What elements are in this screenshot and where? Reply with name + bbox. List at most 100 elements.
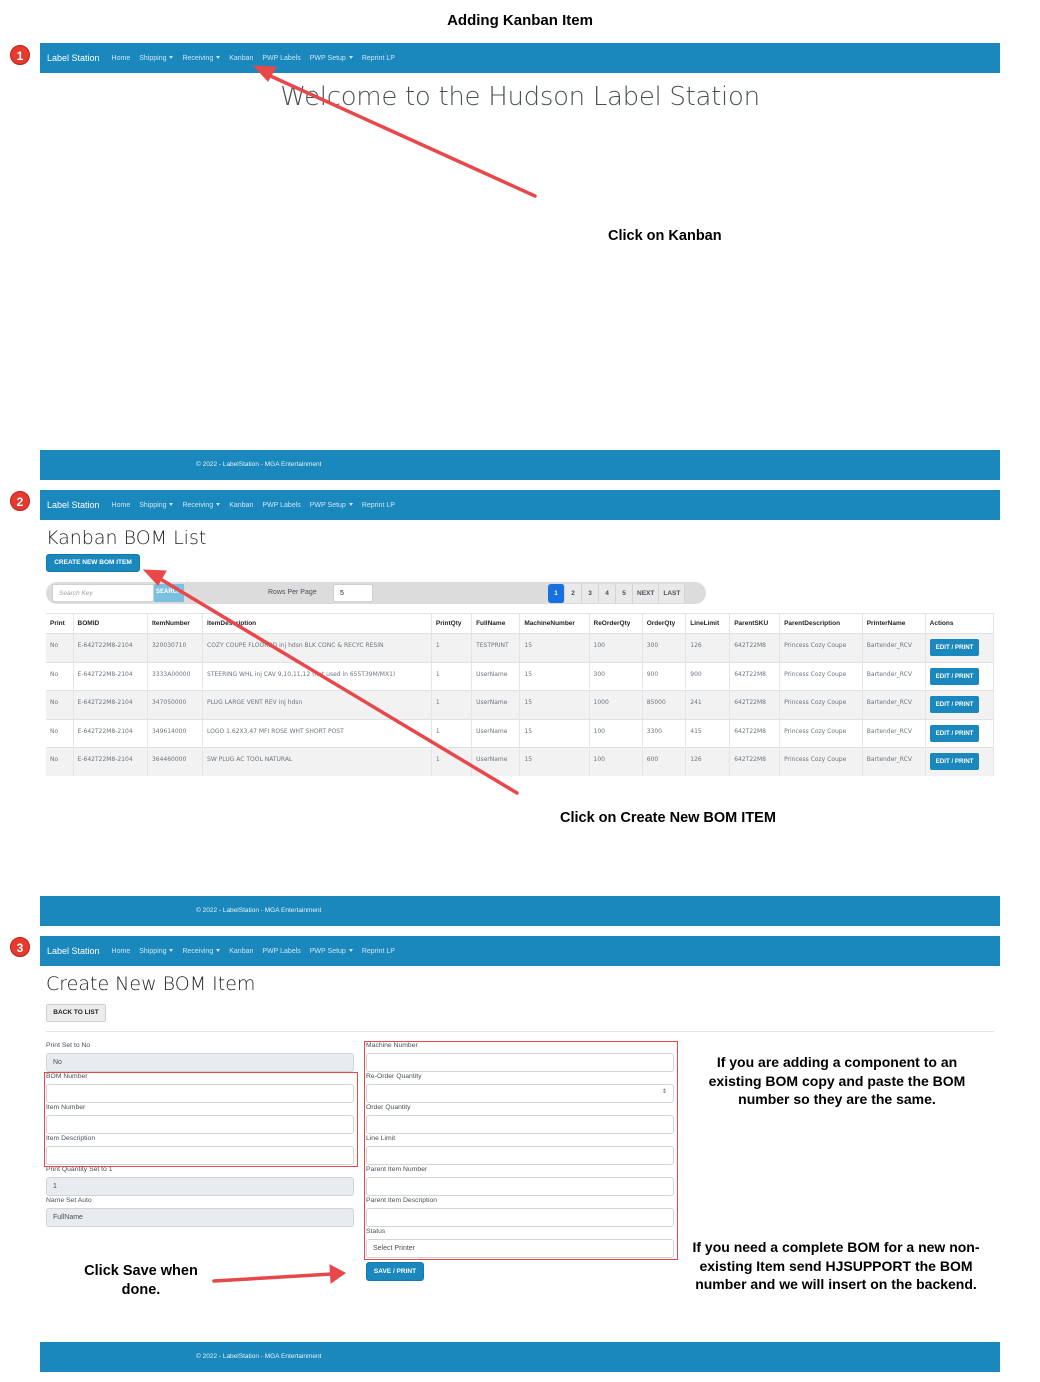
nav-kanban[interactable]: Kanban bbox=[229, 948, 253, 955]
table-cell: STEERING WHL inj CAV 9,10,11,12 (not use… bbox=[202, 661, 432, 691]
divider bbox=[46, 1031, 994, 1032]
table-cell: 1000 bbox=[589, 690, 643, 719]
table-cell: UserName bbox=[471, 690, 521, 719]
table-cell: 1 bbox=[431, 747, 473, 776]
callout-click-save: Click Save when done. bbox=[84, 1263, 198, 1298]
page-3-button[interactable]: 3 bbox=[582, 584, 599, 603]
table-cell: E-642T22M8-2104 bbox=[73, 747, 148, 776]
table-cell: 126 bbox=[685, 747, 731, 776]
rows-per-page-input[interactable]: 5 bbox=[333, 584, 373, 602]
chevron-down-icon bbox=[169, 503, 174, 507]
nav-brand[interactable]: Label Station bbox=[47, 53, 100, 63]
print-field: No bbox=[46, 1053, 354, 1072]
table-row: No E-642T22M8-2104 349614000 LOGO 1.62X3.47… bbox=[46, 718, 995, 748]
table-cell: 347050000 bbox=[147, 690, 204, 719]
col-fullname: FullName bbox=[471, 613, 521, 634]
page-4-button[interactable]: 4 bbox=[599, 584, 616, 603]
nav-pwp-setup-label: PWP Setup bbox=[309, 54, 346, 62]
chevron-down-icon bbox=[348, 56, 353, 60]
col-printqty: PrintQty bbox=[431, 613, 473, 634]
name-field: FullName bbox=[46, 1208, 354, 1227]
table-row: No E-642T22M8-2104 347050000 PLUG LARGE VEN… bbox=[46, 690, 995, 719]
col-orderqty: OrderQty bbox=[642, 613, 687, 634]
table-cell: LOGO 1.62X3.47 MFI ROSE WHT SHORT POST bbox=[202, 718, 432, 748]
table-cell: 900 bbox=[642, 661, 687, 691]
nav-home[interactable]: Home bbox=[112, 502, 131, 509]
callout-existing-bom: If you are adding a component to an exis… bbox=[708, 1054, 966, 1107]
step-1-badge: 1 bbox=[10, 45, 30, 65]
nav-reprint-lp[interactable]: Reprint LP bbox=[362, 502, 395, 509]
table-cell: 642T22M8 bbox=[729, 690, 781, 719]
highlight-box-left bbox=[44, 1072, 358, 1167]
callout-click-kanban: Click on Kanban bbox=[608, 228, 722, 244]
last-page-button[interactable]: LAST bbox=[659, 584, 686, 603]
nav-shipping-label: Shipping bbox=[139, 501, 167, 509]
nav-pwp-labels[interactable]: PWP Labels bbox=[262, 948, 300, 955]
nav-kanban[interactable]: Kanban bbox=[229, 502, 253, 509]
table-cell: Princess Cozy Coupe bbox=[779, 690, 863, 719]
edit-print-button[interactable]: EDIT / PRINT bbox=[929, 724, 980, 742]
table-cell: PLUG LARGE VENT REV inj hdsn bbox=[202, 690, 432, 719]
table-cell: 415 bbox=[685, 718, 731, 748]
col-parentdescription: ParentDescription bbox=[779, 613, 863, 634]
nav-kanban[interactable]: Kanban bbox=[229, 55, 253, 62]
page-title-create-bom: Create New BOM Item bbox=[46, 973, 256, 995]
nav-home[interactable]: Home bbox=[112, 55, 131, 62]
create-new-bom-item-button[interactable]: CREATE NEW BOM ITEM bbox=[46, 554, 140, 572]
page-2-button[interactable]: 2 bbox=[565, 584, 582, 603]
save-print-button[interactable]: SAVE / PRINT bbox=[366, 1262, 424, 1281]
nav-receiving[interactable]: Receiving bbox=[182, 948, 221, 955]
nav-reprint-lp[interactable]: Reprint LP bbox=[362, 55, 395, 62]
next-page-button[interactable]: NEXT bbox=[633, 584, 660, 603]
edit-print-button[interactable]: EDIT / PRINT bbox=[929, 667, 980, 685]
nav-shipping[interactable]: Shipping bbox=[139, 54, 174, 62]
navbar-step-3: Label Station Home Shipping Receiving Ka… bbox=[40, 936, 1000, 966]
nav-brand[interactable]: Label Station bbox=[47, 500, 100, 510]
nav-reprint-lp[interactable]: Reprint LP bbox=[362, 948, 395, 955]
nav-shipping-label: Shipping bbox=[139, 54, 167, 62]
edit-print-button[interactable]: EDIT / PRINT bbox=[929, 639, 980, 656]
search-input[interactable]: Search Key bbox=[52, 584, 154, 602]
table-cell: 3300 bbox=[642, 718, 687, 748]
actions-cell: EDIT / PRINT bbox=[925, 690, 995, 719]
print-qty-label: Print Quantity Set to 1 bbox=[46, 1166, 113, 1173]
table-cell: Princess Cozy Coupe bbox=[779, 747, 863, 776]
nav-pwp-labels[interactable]: PWP Labels bbox=[262, 55, 300, 62]
callout-new-bom: If you need a complete BOM for a new non… bbox=[692, 1239, 980, 1292]
footer-step-3: © 2022 - LabelStation - MGA Entertainmen… bbox=[40, 1342, 1000, 1372]
nav-home[interactable]: Home bbox=[112, 948, 131, 955]
nav-receiving[interactable]: Receiving bbox=[182, 55, 221, 62]
nav-pwp-setup[interactable]: PWP Setup bbox=[310, 55, 353, 62]
nav-shipping[interactable]: Shipping bbox=[139, 947, 174, 955]
edit-print-button[interactable]: EDIT / PRINT bbox=[929, 753, 980, 770]
table-cell: 85000 bbox=[642, 690, 687, 719]
table-cell: 15 bbox=[519, 690, 590, 719]
nav-pwp-setup[interactable]: PWP Setup bbox=[310, 502, 353, 509]
edit-print-button[interactable]: EDIT / PRINT bbox=[929, 696, 980, 713]
actions-cell: EDIT / PRINT bbox=[925, 661, 995, 691]
back-to-list-button[interactable]: BACK TO LIST bbox=[46, 1004, 106, 1022]
nav-pwp-labels[interactable]: PWP Labels bbox=[262, 502, 300, 509]
page-1-button[interactable]: 1 bbox=[548, 584, 565, 603]
search-button[interactable]: SEARCH bbox=[154, 584, 184, 602]
table-cell: No bbox=[46, 718, 74, 748]
table-cell: 300 bbox=[642, 633, 687, 662]
table-cell: 642T22M8 bbox=[729, 633, 781, 662]
table-header-row: Print BOMID ItemNumber ItemDescription P… bbox=[46, 613, 995, 634]
col-actions: Actions bbox=[925, 613, 995, 634]
col-itemnumber: ItemNumber bbox=[147, 613, 204, 634]
table-cell: No bbox=[46, 633, 74, 662]
col-printername: PrinterName bbox=[862, 613, 926, 634]
nav-receiving[interactable]: Receiving bbox=[182, 502, 221, 509]
table-cell: COZY COUPE FLOORBD inj hdsn BLK CONC & R… bbox=[202, 633, 432, 662]
nav-shipping-label: Shipping bbox=[139, 947, 167, 955]
table-cell: 642T22M8 bbox=[729, 718, 781, 748]
nav-shipping[interactable]: Shipping bbox=[139, 501, 174, 509]
table-row: No E-642T22M8-2104 3333A00000 STEERING WHL … bbox=[46, 661, 995, 691]
nav-pwp-setup[interactable]: PWP Setup bbox=[310, 948, 353, 955]
footer-text: © 2022 - LabelStation - MGA Entertainmen… bbox=[196, 461, 322, 468]
nav-brand[interactable]: Label Station bbox=[47, 946, 100, 956]
chevron-down-icon bbox=[348, 949, 353, 953]
table-cell: No bbox=[46, 690, 74, 719]
page-5-button[interactable]: 5 bbox=[616, 584, 633, 603]
